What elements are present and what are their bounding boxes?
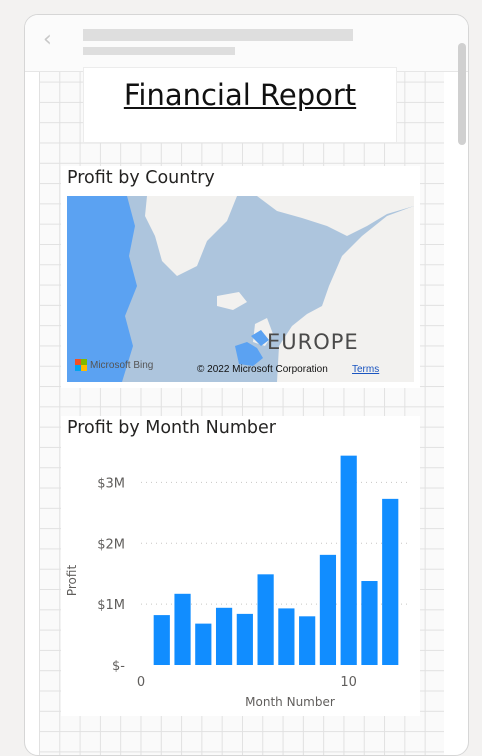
chart-bar bbox=[257, 574, 274, 665]
header-placeholder-bar bbox=[83, 29, 353, 41]
chart-bar bbox=[195, 623, 212, 665]
microsoft-logo-icon bbox=[75, 359, 87, 371]
chart-bar bbox=[319, 554, 337, 665]
y-tick-label: $- bbox=[112, 659, 125, 674]
map-graphic bbox=[67, 196, 414, 382]
chart-card[interactable]: Profit by Month Number $- $1M $2M $3M 0 10 Mon… bbox=[61, 416, 420, 716]
x-tick-label: 0 bbox=[137, 675, 145, 690]
bar-chart: $- $1M $2M $3M 0 10 Month Number Profit bbox=[65, 455, 411, 709]
chart-bar bbox=[340, 455, 357, 665]
y-axis-label: Profit bbox=[65, 565, 79, 597]
back-chevron-icon[interactable]: ‹ bbox=[43, 29, 52, 51]
bing-logo: Microsoft Bing bbox=[75, 359, 153, 371]
y-tick-label: $1M bbox=[97, 598, 125, 613]
map-card-title: Profit by Country bbox=[67, 168, 215, 188]
chart-bar bbox=[382, 498, 399, 665]
top-bar: ‹ bbox=[25, 15, 468, 72]
chart-bar bbox=[278, 608, 295, 665]
map-region-label: EUROPE bbox=[267, 330, 359, 354]
header-placeholder-bar-small bbox=[83, 47, 235, 55]
chart-bar bbox=[215, 607, 233, 665]
mobile-frame: ‹ Financial Report Profit by Country EUR… bbox=[24, 14, 469, 756]
map-provider: Microsoft Bing bbox=[90, 359, 154, 371]
chart-bar bbox=[299, 616, 316, 665]
chart-bar bbox=[174, 593, 191, 665]
chart-bar bbox=[361, 581, 378, 665]
x-axis-label: Month Number bbox=[245, 695, 335, 709]
vertical-scrollbar[interactable] bbox=[458, 43, 466, 145]
map-terms-link[interactable]: Terms bbox=[352, 364, 379, 375]
chart-bar bbox=[153, 615, 170, 665]
title-card: Financial Report bbox=[83, 67, 397, 143]
y-tick-label: $2M bbox=[97, 537, 125, 552]
x-tick-label: 10 bbox=[340, 675, 357, 690]
map-area[interactable]: EUROPE Microsoft Bing © 2022 Microsoft C… bbox=[67, 196, 414, 382]
y-tick-label: $3M bbox=[97, 476, 125, 491]
map-attribution: © 2022 Microsoft Corporation bbox=[197, 364, 328, 375]
chart-bar bbox=[236, 613, 253, 665]
report-title: Financial Report bbox=[123, 78, 357, 112]
